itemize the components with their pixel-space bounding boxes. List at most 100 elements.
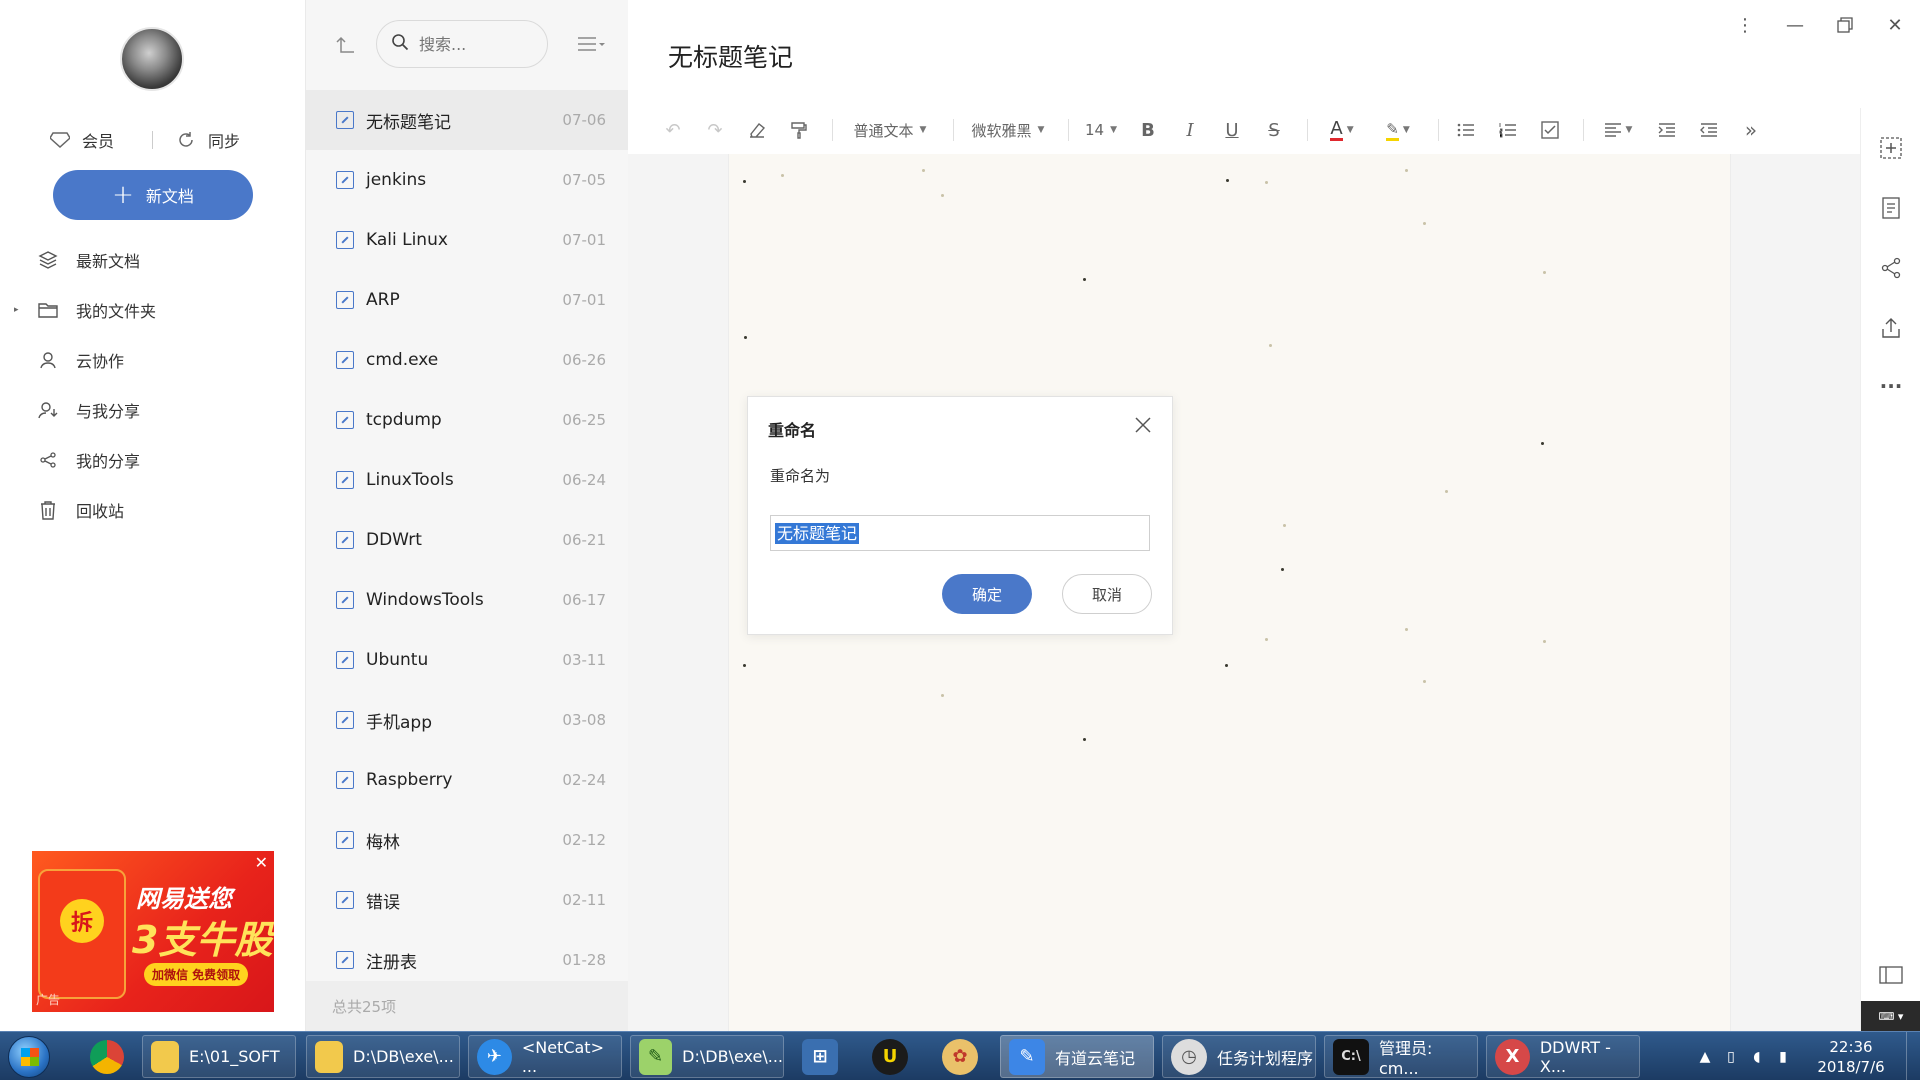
ad-close-icon[interactable]: ✕ <box>255 853 268 872</box>
paper-texture-speck <box>1405 169 1408 172</box>
note-list-item[interactable]: 手机app 03-08 <box>306 690 628 750</box>
paragraph-style-select[interactable]: 普通文本 ▼ <box>845 115 935 145</box>
sidebar-item-collaboration[interactable]: 云协作 <box>0 335 306 385</box>
rename-input[interactable]: 无标题笔记 <box>770 515 1150 551</box>
taskbar-chrome[interactable] <box>82 1035 124 1078</box>
note-list-item[interactable]: ARP 07-01 <box>306 270 628 330</box>
notepad-icon: ✎ <box>639 1038 673 1075</box>
toolbar-divider <box>1307 119 1308 141</box>
font-family-select[interactable]: 微软雅黑 ▼ <box>966 115 1050 145</box>
format-painter-icon[interactable] <box>784 115 814 145</box>
outdent-icon[interactable] <box>1694 115 1724 145</box>
search-icon <box>391 33 409 55</box>
checkbox-list-icon[interactable] <box>1535 115 1565 145</box>
note-list-item[interactable]: Ubuntu 03-11 <box>306 630 628 690</box>
network-signal-icon[interactable]: ▮ <box>1770 1049 1796 1065</box>
paper-texture-speck <box>1423 680 1426 683</box>
tray-device-icon[interactable]: ▯ <box>1718 1049 1744 1065</box>
align-button[interactable]: ▼ <box>1596 115 1640 145</box>
bold-icon[interactable]: B <box>1133 115 1163 145</box>
paper-texture-speck <box>1445 490 1448 493</box>
keyboard-icon[interactable]: ⌨ ▾ <box>1861 1001 1920 1031</box>
note-list-item[interactable]: WindowsTools 06-17 <box>306 570 628 630</box>
underline-icon[interactable]: U <box>1217 115 1247 145</box>
search-input[interactable] <box>419 34 529 54</box>
sidebar-item-shared-with-me[interactable]: 与我分享 <box>0 385 306 435</box>
indent-icon[interactable] <box>1652 115 1682 145</box>
confirm-button[interactable]: 确定 <box>942 574 1032 614</box>
export-icon[interactable] <box>1876 313 1906 343</box>
highlight-button[interactable]: ✎ ▼ <box>1376 115 1420 145</box>
sidebar-item-my-shares[interactable]: 我的分享 <box>0 435 306 485</box>
sidebar-item-label: 与我分享 <box>76 402 141 421</box>
sidebar-item-my-folders[interactable]: ▸ 我的文件夹 <box>0 285 306 335</box>
insert-icon[interactable] <box>1876 133 1906 163</box>
taskbar-item[interactable]: D:\DB\exe\... <box>306 1035 460 1078</box>
taskbar-item[interactable]: X DDWRT - X... <box>1486 1035 1640 1078</box>
sort-menu-icon[interactable] <box>576 34 606 56</box>
note-icon <box>336 171 354 189</box>
undo-icon[interactable]: ↶ <box>658 115 688 145</box>
go-up-icon[interactable] <box>334 34 358 58</box>
expand-caret-icon[interactable]: ▸ <box>14 305 19 315</box>
paper-texture-speck <box>941 194 944 197</box>
ad-line2: 3支牛股 <box>132 918 273 962</box>
ad-banner[interactable]: 拆 网易送您 3支牛股 加微信 免费领取 广告 ✕ <box>32 851 274 1012</box>
start-button[interactable] <box>8 1036 50 1078</box>
note-list-item[interactable]: 错误 02-11 <box>306 870 628 930</box>
document-title[interactable]: 无标题笔记 <box>668 38 793 74</box>
sync-button[interactable]: 同步 <box>176 128 240 152</box>
toggle-panel-icon[interactable] <box>1876 960 1906 990</box>
note-list-item[interactable]: jenkins 07-05 <box>306 150 628 210</box>
volume-icon[interactable]: ◖ <box>1744 1049 1770 1065</box>
note-icon <box>336 471 354 489</box>
taskbar-item[interactable]: ◷ 任务计划程序 <box>1162 1035 1316 1078</box>
note-list-item[interactable]: DDWrt 06-21 <box>306 510 628 570</box>
note-list-item[interactable]: cmd.exe 06-26 <box>306 330 628 390</box>
font-size-value: 14 <box>1084 121 1105 139</box>
cancel-button[interactable]: 取消 <box>1062 574 1152 614</box>
note-list-item[interactable]: tcpdump 06-25 <box>306 390 628 450</box>
font-color-button[interactable]: A ▼ <box>1320 115 1364 145</box>
avatar[interactable] <box>120 27 184 91</box>
note-list-item[interactable]: 梅林 02-12 <box>306 810 628 870</box>
member-button[interactable]: 会员 <box>50 128 114 152</box>
document-outline-icon[interactable] <box>1876 193 1906 223</box>
taskbar-item[interactable]: ✎ D:\DB\exe\... <box>630 1035 784 1078</box>
strikethrough-icon[interactable]: S <box>1259 115 1289 145</box>
share-icon[interactable] <box>1876 253 1906 283</box>
taskbar-item[interactable]: ✎ 有道云笔记 <box>1000 1035 1154 1078</box>
sidebar-item-recent[interactable]: 最新文档 <box>0 235 306 285</box>
numbered-list-icon[interactable] <box>1493 115 1523 145</box>
taskbar-paint[interactable]: ✿ <box>934 1035 978 1078</box>
taskbar-item[interactable]: C:\ 管理员: cm... <box>1324 1035 1478 1078</box>
close-window-icon[interactable]: ✕ <box>1870 0 1920 50</box>
tray-expand-icon[interactable]: ▲ <box>1692 1049 1718 1065</box>
restore-icon[interactable] <box>1820 0 1870 50</box>
redo-icon[interactable]: ↷ <box>700 115 730 145</box>
font-size-select[interactable]: 14 ▼ <box>1081 115 1121 145</box>
clock[interactable]: 22:36 2018/7/6 <box>1796 1037 1906 1077</box>
paper-texture-speck <box>1541 442 1544 445</box>
sidebar-item-trash[interactable]: 回收站 <box>0 485 306 535</box>
taskbar-network-tool[interactable]: ⊞ <box>794 1035 838 1078</box>
note-list-item[interactable]: 无标题笔记 07-06 <box>306 90 628 150</box>
taskbar: E:\01_SOFT D:\DB\exe\... ✈ <NetCat> ... … <box>0 1031 1920 1080</box>
taskbar-ultraedit[interactable]: U <box>864 1035 908 1078</box>
search-box[interactable] <box>376 20 548 68</box>
bullet-list-icon[interactable] <box>1451 115 1481 145</box>
show-desktop-button[interactable] <box>1906 1032 1920 1080</box>
close-icon[interactable] <box>1134 415 1152 440</box>
note-list-item[interactable]: Raspberry 02-24 <box>306 750 628 810</box>
minimize-icon[interactable]: — <box>1770 0 1820 50</box>
italic-icon[interactable]: I <box>1175 115 1205 145</box>
eraser-icon[interactable] <box>742 115 772 145</box>
taskbar-item[interactable]: E:\01_SOFT <box>142 1035 296 1078</box>
note-list-item[interactable]: LinuxTools 06-24 <box>306 450 628 510</box>
note-list-item[interactable]: Kali Linux 07-01 <box>306 210 628 270</box>
more-icon[interactable]: ··· <box>1876 371 1906 401</box>
new-document-button[interactable]: + 新文档 <box>53 170 253 220</box>
taskbar-item[interactable]: ✈ <NetCat> ... <box>468 1035 622 1078</box>
more-options-icon[interactable]: ⋮ <box>1720 0 1770 50</box>
more-tools-icon[interactable]: » <box>1736 115 1766 145</box>
